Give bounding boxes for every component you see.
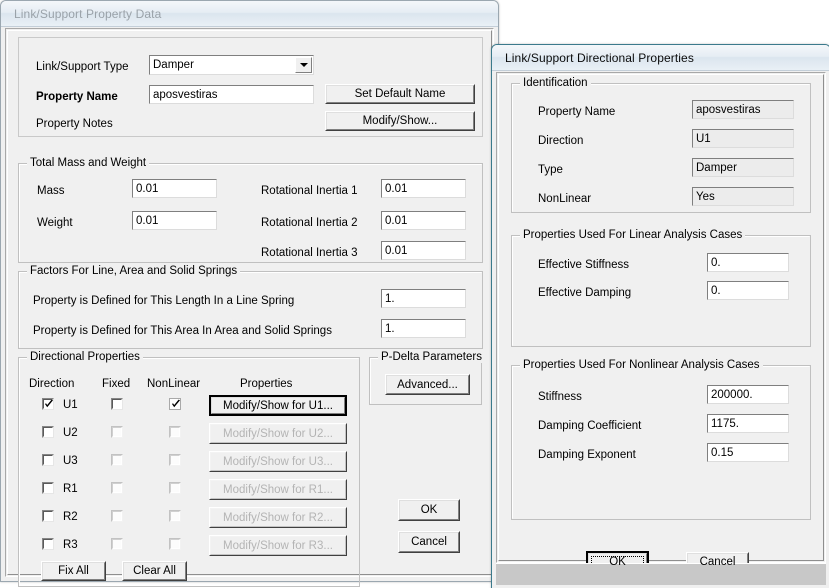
- weight-label: Weight: [37, 217, 73, 229]
- id-type-label: Type: [538, 164, 563, 176]
- link-support-property-data-window: Link/Support Property Data Link/Support …: [0, 0, 499, 587]
- effective-damping-label: Effective Damping: [538, 287, 632, 299]
- property-notes-modify-show-button[interactable]: Modify/Show...: [325, 111, 475, 131]
- rotational-inertia-2-input[interactable]: 0.01: [381, 211, 466, 230]
- dialog2-titlebar[interactable]: Link/Support Directional Properties: [492, 45, 829, 71]
- total-mass-and-weight-legend: Total Mass and Weight: [27, 157, 150, 169]
- id-property-name-label: Property Name: [538, 106, 616, 118]
- dialog2-client-area: Identification Property Name aposvestira…: [496, 72, 826, 572]
- line-spring-length-input[interactable]: 1.: [381, 289, 466, 308]
- chevron-down-icon[interactable]: [295, 57, 312, 73]
- line-spring-length-label: Property is Defined for This Length In a…: [33, 295, 295, 307]
- rotational-inertia-1-input[interactable]: 0.01: [381, 179, 466, 198]
- dialog2-statusbar: [496, 563, 826, 585]
- fix-all-button[interactable]: Fix All: [41, 561, 106, 581]
- damping-exponent-label: Damping Exponent: [538, 449, 636, 461]
- area-solid-spring-area-label: Property is Defined for This Area In Are…: [33, 325, 332, 337]
- property-name-value: aposvestiras: [153, 89, 218, 101]
- screen: Link/Support Property Data Link/Support …: [0, 0, 829, 588]
- id-nonlinear-label: NonLinear: [538, 193, 592, 205]
- link-support-directional-properties-window: Link/Support Directional Properties Iden…: [491, 44, 829, 588]
- rotational-inertia-2-label: Rotational Inertia 2: [261, 217, 358, 229]
- p-delta-legend: P-Delta Parameters: [378, 351, 485, 363]
- id-nonlinear-value: Yes: [692, 187, 794, 206]
- damping-exponent-input[interactable]: 0.15: [707, 443, 789, 462]
- dialog2-title: Link/Support Directional Properties: [505, 50, 694, 65]
- direction-label-r3: R3: [63, 539, 78, 551]
- weight-input[interactable]: 0.01: [132, 211, 217, 230]
- dialog1-ok-button[interactable]: OK: [398, 499, 460, 521]
- effective-stiffness-input[interactable]: 0.: [707, 253, 789, 272]
- fixed-checkbox-r3[interactable]: [111, 538, 123, 550]
- factors-for-springs-group: Factors For Line, Area and Solid Springs…: [18, 265, 483, 349]
- dialog1-title: Link/Support Property Data: [14, 6, 162, 21]
- linear-analysis-group: Properties Used For Linear Analysis Case…: [511, 229, 811, 347]
- general-properties-panel: Link/Support Type Damper Property Name a…: [18, 37, 483, 137]
- mass-label: Mass: [37, 185, 65, 197]
- nonlinear-checkbox-r3[interactable]: [169, 538, 181, 550]
- damping-coefficient-label: Damping Coefficient: [538, 420, 642, 432]
- nonlinear-checkbox-u1[interactable]: [169, 398, 181, 410]
- set-default-name-button[interactable]: Set Default Name: [325, 84, 475, 104]
- clear-all-button[interactable]: Clear All: [122, 561, 187, 581]
- nonlinear-analysis-legend: Properties Used For Nonlinear Analysis C…: [520, 359, 763, 371]
- link-support-type-label: Link/Support Type: [36, 61, 129, 73]
- mass-input[interactable]: 0.01: [132, 179, 217, 198]
- property-name-input[interactable]: aposvestiras: [149, 85, 314, 104]
- dialog1-cancel-button[interactable]: Cancel: [398, 531, 460, 553]
- id-direction-label: Direction: [538, 135, 584, 147]
- id-property-name-value: aposvestiras: [692, 100, 794, 119]
- identification-group: Identification Property Name aposvestira…: [511, 77, 811, 213]
- table-row: R3 Modify/Show for R3...: [19, 358, 359, 586]
- direction-checkbox-r3[interactable]: [42, 538, 54, 550]
- factors-group-legend: Factors For Line, Area and Solid Springs: [27, 265, 241, 277]
- stiffness-input[interactable]: 200000.: [707, 385, 789, 404]
- area-solid-spring-area-input[interactable]: 1.: [381, 319, 466, 338]
- nonlinear-analysis-group: Properties Used For Nonlinear Analysis C…: [511, 359, 811, 520]
- advanced-button[interactable]: Advanced...: [385, 374, 470, 395]
- stiffness-label: Stiffness: [538, 391, 582, 403]
- dialog1-titlebar[interactable]: Link/Support Property Data: [1, 1, 498, 27]
- dialog1-client-area: Link/Support Type Damper Property Name a…: [5, 28, 494, 587]
- link-support-type-combo[interactable]: Damper: [149, 55, 314, 75]
- p-delta-parameters-group: P-Delta Parameters Advanced...: [369, 351, 485, 405]
- total-mass-and-weight-group: Total Mass and Weight Mass 0.01 Weight 0…: [18, 157, 483, 263]
- id-direction-value: U1: [692, 129, 794, 148]
- effective-damping-input[interactable]: 0.: [707, 281, 789, 300]
- directional-properties-group: Directional Properties Direction Fixed N…: [18, 351, 360, 587]
- id-type-value: Damper: [692, 158, 794, 177]
- property-notes-label: Property Notes: [36, 118, 113, 130]
- resize-grip-icon[interactable]: [809, 569, 823, 583]
- rotational-inertia-3-input[interactable]: 0.01: [381, 241, 466, 260]
- rotational-inertia-3-label: Rotational Inertia 3: [261, 247, 358, 259]
- linear-analysis-legend: Properties Used For Linear Analysis Case…: [520, 229, 746, 241]
- damping-coefficient-input[interactable]: 1175.: [707, 414, 789, 433]
- rotational-inertia-1-label: Rotational Inertia 1: [261, 185, 358, 197]
- modify-show-button-r3: Modify/Show for R3...: [209, 535, 347, 556]
- effective-stiffness-label: Effective Stiffness: [538, 259, 629, 271]
- link-support-type-value: Damper: [153, 59, 194, 71]
- identification-legend: Identification: [520, 77, 591, 89]
- direction-checkbox-u1[interactable]: [42, 398, 54, 410]
- property-name-label: Property Name: [36, 91, 118, 103]
